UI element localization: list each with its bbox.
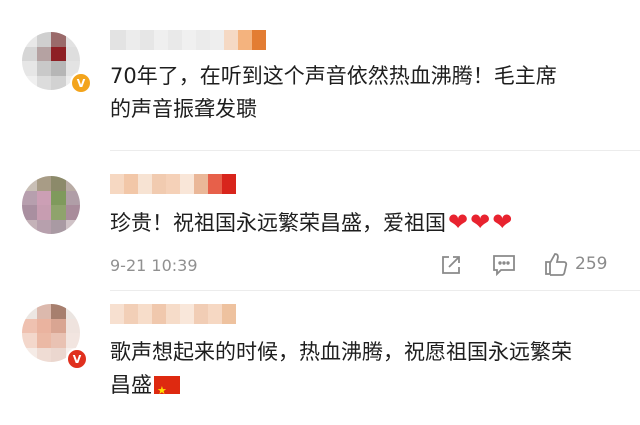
username-blurred[interactable]: [110, 304, 236, 324]
share-button[interactable]: [440, 254, 462, 276]
comment-item: 珍贵！祝祖国永远繁荣昌盛，爱祖国❤❤❤ 9-21 10:39 259: [0, 150, 640, 290]
timestamp: 9-21 10:39: [110, 256, 198, 275]
username-blurred[interactable]: [110, 174, 236, 194]
avatar[interactable]: [22, 176, 80, 234]
like-count: 259: [575, 254, 608, 274]
red-heart-icon: ❤: [492, 208, 513, 236]
comment-item: V 歌声想起来的时候，热血沸腾，祝愿祖国永远繁荣 昌盛: [0, 290, 640, 425]
comment-text-line: 70年了，在听到这个声音依然热血沸腾！毛主席: [110, 64, 557, 88]
comment-text-line: 昌盛: [110, 373, 152, 397]
red-heart-icon: ❤: [448, 208, 469, 236]
share-icon: [442, 256, 460, 274]
verified-badge-icon: V: [66, 348, 88, 370]
comment-text: 珍贵！祝祖国永远繁荣昌盛，爱祖国❤❤❤: [110, 206, 610, 240]
comment-icon: [493, 255, 515, 276]
comment-text-line: 的声音振聋发聩: [110, 97, 257, 121]
username-blurred[interactable]: [110, 30, 266, 50]
thumbs-up-icon: [545, 253, 568, 276]
comment-text: 70年了，在听到这个声音依然热血沸腾！毛主席 的声音振聋发聩: [110, 60, 610, 126]
china-flag-icon: [154, 374, 180, 407]
comment-text-line: 珍贵！祝祖国永远繁荣昌盛，爱祖国: [110, 211, 446, 235]
like-button[interactable]: 259: [543, 251, 607, 277]
comment-text-line: 歌声想起来的时候，热血沸腾，祝愿祖国永远繁荣: [110, 340, 572, 364]
comment-button[interactable]: [492, 254, 516, 276]
comment-item: V 70年了，在听到这个声音依然热血沸腾！毛主席 的声音振聋发聩: [0, 0, 640, 150]
comment-text: 歌声想起来的时候，热血沸腾，祝愿祖国永远繁荣 昌盛: [110, 336, 610, 407]
verified-badge-icon: V: [70, 72, 92, 94]
red-heart-icon: ❤: [470, 208, 491, 236]
